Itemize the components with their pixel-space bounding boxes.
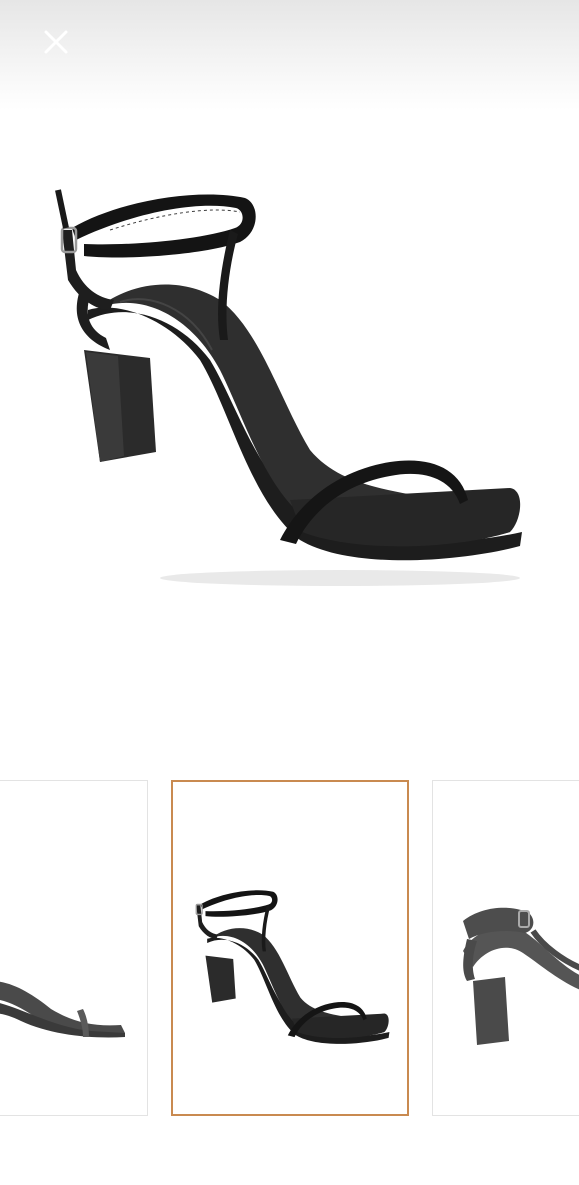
close-button[interactable] xyxy=(36,22,76,62)
thumbnail-image xyxy=(463,907,579,1045)
thumbnail-image xyxy=(0,981,125,1038)
top-gradient xyxy=(0,0,579,110)
thumbnail-strip xyxy=(0,780,579,1120)
product-image-viewer xyxy=(0,0,579,1185)
main-product-image xyxy=(55,189,522,586)
thumbnail-front-view[interactable] xyxy=(171,780,409,1116)
close-icon xyxy=(44,30,68,54)
thumbnail-image xyxy=(195,890,390,1044)
thumbnail-side-view[interactable] xyxy=(0,780,148,1116)
thumbnail-back-view[interactable] xyxy=(432,780,579,1116)
